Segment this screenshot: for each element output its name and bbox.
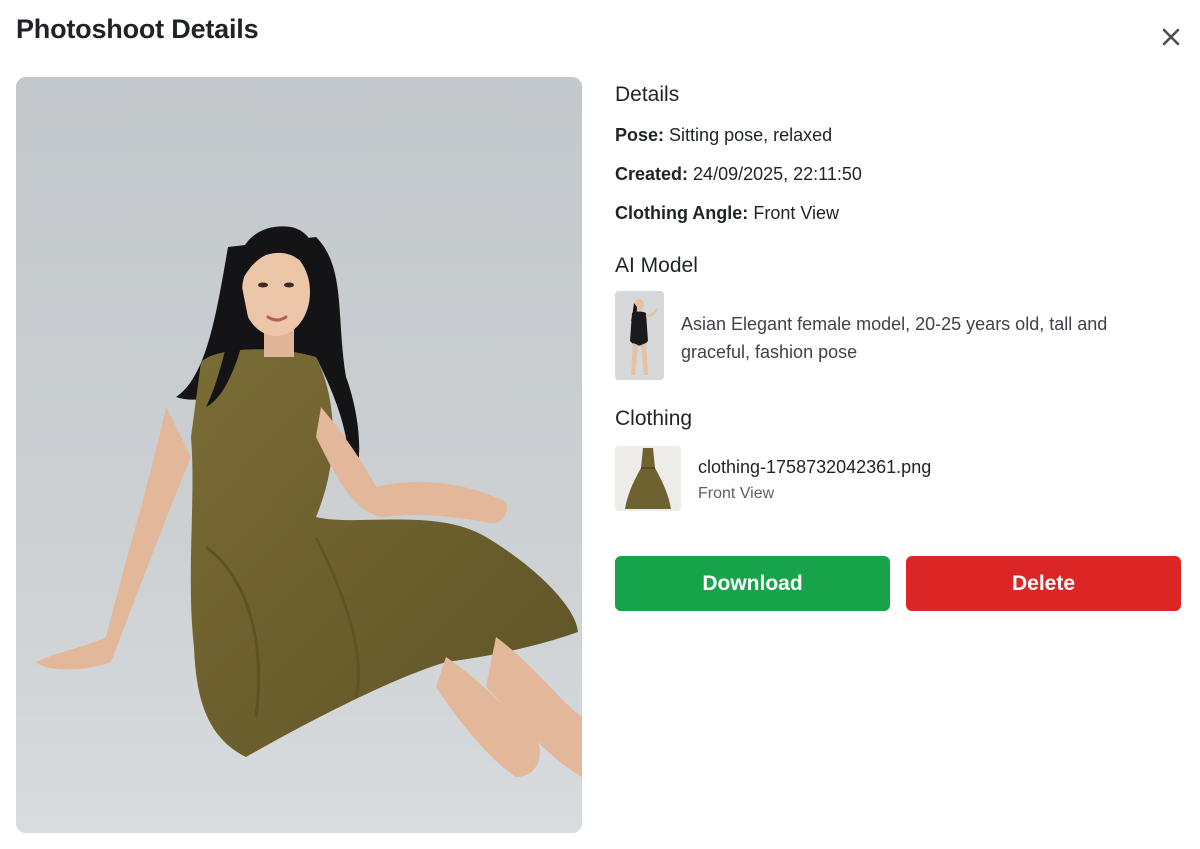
ai-model-heading: AI Model [615,254,698,277]
pose-row: Pose: Sitting pose, relaxed [615,124,832,146]
clothing-thumbnail [615,446,681,511]
clothing-angle: Front View [698,485,775,502]
pose-value: Sitting pose, relaxed [669,125,833,145]
clothing-angle-value: Front View [753,203,840,223]
clothing-angle-label: Clothing Angle: [615,203,749,223]
details-heading: Details [615,83,680,106]
ai-model-description: Asian Elegant female model, 20-25 years … [681,314,1108,362]
pose-label: Pose: [615,125,665,145]
clothing-heading: Clothing [615,407,693,430]
clothing-angle-row: Clothing Angle: Front View [615,202,839,224]
created-label: Created: [615,164,689,184]
delete-button[interactable]: Delete [906,556,1181,611]
clothing-filename: clothing-1758732042361.png [698,457,932,477]
modal-title: Photoshoot Details [16,14,259,44]
created-row: Created: 24/09/2025, 22:11:50 [615,163,862,185]
download-button[interactable]: Download [615,556,890,611]
close-button[interactable] [1158,24,1184,50]
close-icon [1162,28,1180,46]
photoshoot-image [16,77,582,833]
ai-model-thumbnail [615,291,664,380]
created-value: 24/09/2025, 22:11:50 [693,164,862,184]
